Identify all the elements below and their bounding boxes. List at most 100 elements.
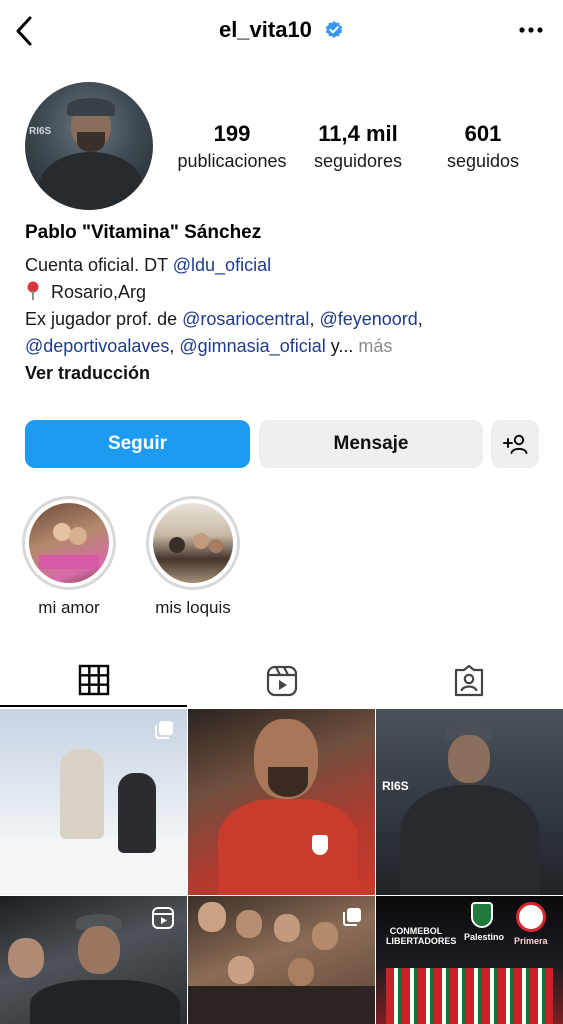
suggest-user-button[interactable] bbox=[491, 420, 539, 468]
mention-link-ldu[interactable]: @ldu_oficial bbox=[173, 255, 271, 275]
channel-logo bbox=[516, 902, 546, 932]
username-title: el_vita10 bbox=[218, 17, 312, 43]
club-crest bbox=[471, 902, 493, 928]
verified-badge-icon bbox=[325, 21, 343, 39]
bio-separator: , bbox=[417, 309, 423, 329]
stat-following-value: 601 bbox=[464, 121, 502, 146]
face-shape bbox=[228, 956, 254, 984]
translate-link[interactable]: Ver traducción bbox=[25, 360, 545, 387]
mention-link-feyenoord[interactable]: @feyenoord bbox=[319, 309, 417, 329]
avatar-tag: RI6S bbox=[29, 126, 52, 137]
post-text-palestino: Palestino bbox=[464, 932, 505, 942]
bio-line-3: Ex jugador prof. de @rosariocentral, @fe… bbox=[25, 306, 545, 333]
stat-posts-value: 199 bbox=[213, 121, 251, 146]
highlight-label: mi amor bbox=[38, 598, 100, 617]
bio-location: Rosario,Arg bbox=[51, 282, 147, 302]
mention-link-deportivoalaves[interactable]: @deportivoalaves bbox=[25, 336, 169, 356]
post-thumbnail[interactable] bbox=[188, 709, 375, 895]
stat-following[interactable]: 601 seguidos bbox=[432, 120, 534, 174]
person-figure bbox=[118, 773, 156, 853]
multiple-photos-icon bbox=[155, 721, 173, 739]
post-text-libertadores: CONMEBOL LIBERTADORES bbox=[386, 926, 457, 946]
bio-line-4: @deportivoalaves, @gimnasia_oficial y...… bbox=[25, 333, 545, 360]
multiple-photos-icon bbox=[343, 908, 361, 926]
profile-tabs bbox=[0, 655, 563, 707]
more-horizontal-icon[interactable] bbox=[517, 20, 545, 40]
post-tag-text: RI6S bbox=[382, 779, 409, 793]
more-link[interactable]: más bbox=[358, 336, 392, 356]
tab-tagged[interactable] bbox=[375, 655, 562, 707]
team-players bbox=[386, 968, 553, 1024]
username-header: el_vita10 bbox=[0, 16, 563, 43]
avatar-cap bbox=[67, 98, 115, 116]
mention-link-gimnasia[interactable]: @gimnasia_oficial bbox=[179, 336, 325, 356]
add-person-icon bbox=[503, 434, 528, 454]
post-thumbnail[interactable]: RI6S bbox=[376, 709, 563, 895]
profile-avatar[interactable]: RI6S bbox=[25, 82, 153, 210]
stat-followers[interactable]: 11,4 mil seguidores bbox=[300, 120, 416, 174]
post-text-primera: Primera bbox=[514, 936, 548, 946]
reels-icon bbox=[266, 665, 297, 697]
face-shape bbox=[193, 533, 209, 549]
highlight-mis-loquis[interactable]: mis loquis bbox=[146, 496, 240, 618]
location-pin-icon bbox=[27, 281, 39, 300]
table-shape bbox=[188, 986, 375, 1024]
face-shape bbox=[448, 735, 490, 783]
bio-line-1: Cuenta oficial. DT @ldu_oficial bbox=[25, 252, 545, 279]
stat-posts[interactable]: 199 publicaciones bbox=[172, 120, 292, 174]
top-bar: el_vita10 bbox=[0, 0, 563, 64]
highlight-ring bbox=[146, 496, 240, 590]
red-jacket bbox=[218, 799, 358, 895]
posts-grid: RI6S CONMEBOL LIBERTADORES Palestino Pri… bbox=[0, 709, 563, 1024]
follow-button[interactable]: Seguir bbox=[25, 420, 250, 468]
coat-shape bbox=[400, 785, 540, 895]
stat-following-label: seguidos bbox=[446, 151, 520, 171]
highlight-mi-amor[interactable]: mi amor bbox=[22, 496, 116, 618]
face-shape bbox=[169, 537, 185, 553]
club-crest bbox=[312, 835, 328, 855]
beard-shape bbox=[268, 767, 308, 797]
message-button[interactable]: Mensaje bbox=[259, 420, 483, 468]
bio-text: Ex jugador prof. de bbox=[25, 309, 183, 329]
post-thumbnail[interactable] bbox=[188, 896, 375, 1024]
stat-posts-label: publicaciones bbox=[177, 151, 287, 171]
face-shape bbox=[53, 523, 71, 541]
face-shape bbox=[69, 527, 87, 545]
face-shape bbox=[312, 922, 338, 950]
snow-ground bbox=[0, 837, 187, 895]
posts-grid-icon bbox=[78, 664, 109, 696]
bio-separator: , bbox=[169, 336, 180, 356]
face-shape bbox=[78, 926, 120, 974]
tab-posts[interactable] bbox=[0, 655, 187, 707]
highlight-label: mis loquis bbox=[155, 598, 231, 617]
tab-reels[interactable] bbox=[188, 655, 375, 707]
person-figure bbox=[60, 749, 104, 839]
face-shape bbox=[198, 902, 226, 932]
reel-icon bbox=[152, 907, 174, 929]
post-thumbnail[interactable]: CONMEBOL LIBERTADORES Palestino Primera bbox=[376, 896, 563, 1024]
face-shape bbox=[236, 910, 262, 938]
highlight-cover-image bbox=[29, 503, 109, 583]
stat-followers-value: 11,4 mil bbox=[318, 121, 398, 146]
face-shape bbox=[209, 539, 223, 553]
mention-link-rosariocentral[interactable]: @rosariocentral bbox=[182, 309, 309, 329]
post-thumbnail[interactable] bbox=[0, 709, 187, 895]
tagged-icon bbox=[454, 664, 483, 697]
stat-followers-label: seguidores bbox=[313, 151, 403, 171]
bio-text: Cuenta oficial. DT bbox=[25, 255, 173, 275]
post-thumbnail[interactable] bbox=[0, 896, 187, 1024]
pink-banner bbox=[39, 555, 99, 569]
avatar-coat bbox=[39, 152, 143, 210]
profile-name: Pablo "Vitamina" Sánchez bbox=[25, 222, 262, 243]
highlight-cover-image bbox=[153, 503, 233, 583]
face-shape bbox=[288, 958, 314, 986]
bio-separator: , bbox=[309, 309, 320, 329]
face-shape bbox=[8, 938, 44, 978]
bio-ellipsis: y... bbox=[325, 336, 359, 356]
avatar-beard bbox=[77, 132, 105, 152]
highlight-ring bbox=[22, 496, 116, 590]
bio-line-2: Rosario,Arg bbox=[25, 279, 545, 306]
profile-bio: Cuenta oficial. DT @ldu_oficial Rosario,… bbox=[25, 252, 545, 387]
coat-shape bbox=[30, 980, 180, 1024]
face-shape bbox=[274, 914, 300, 942]
